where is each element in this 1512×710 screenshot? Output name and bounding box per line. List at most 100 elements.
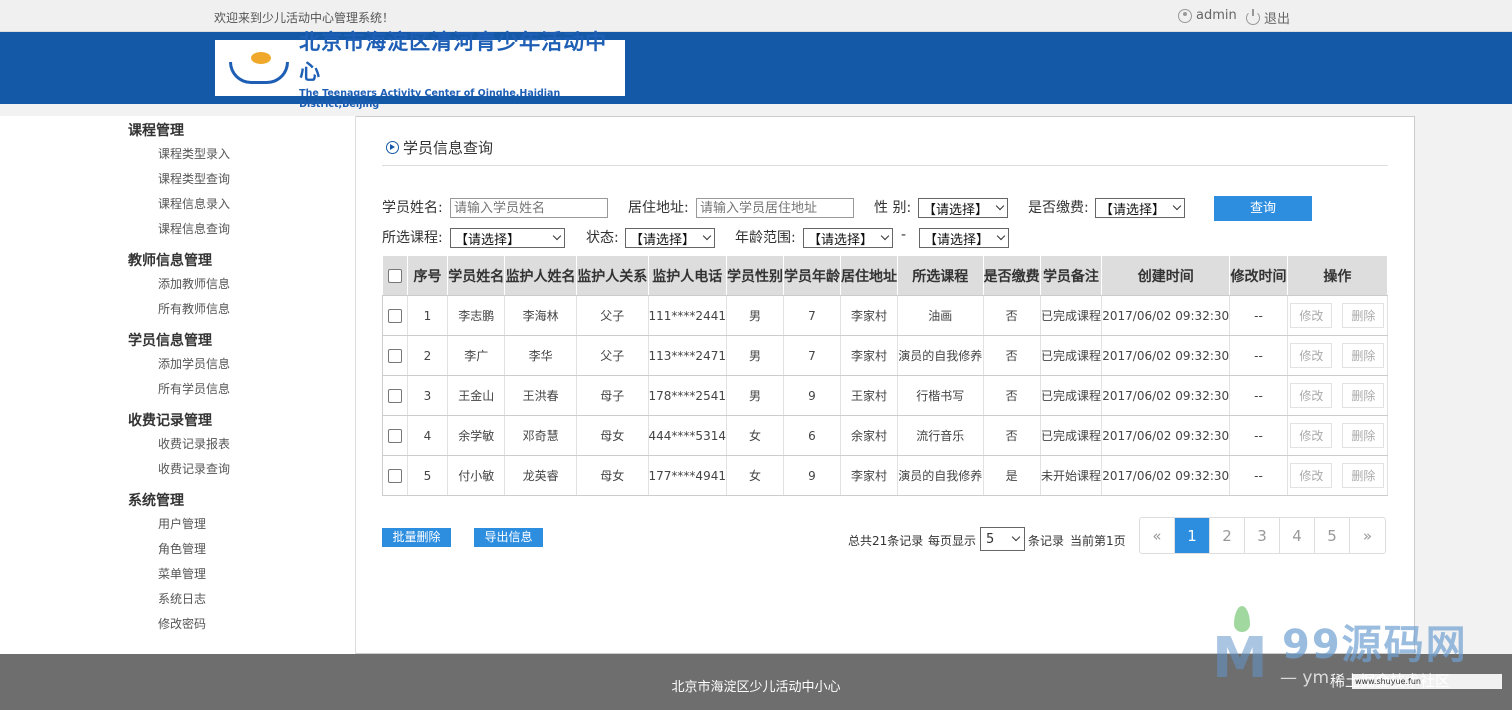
row-select-cell[interactable] (382, 415, 408, 456)
gender-select[interactable]: 【请选择】 (918, 198, 1008, 218)
select-all-cell[interactable] (382, 255, 408, 296)
page-button-3[interactable]: 3 (1245, 518, 1280, 553)
delete-button[interactable]: 删除 (1342, 383, 1385, 408)
page-button-2[interactable]: 2 (1210, 518, 1245, 553)
row-checkbox[interactable] (387, 468, 402, 483)
sidebar-group-student[interactable]: 学员信息管理 (128, 330, 212, 350)
records-label: 条记录 (1028, 534, 1065, 548)
sidebar-item-roles[interactable]: 角色管理 (158, 540, 206, 557)
sidebar-group-fee[interactable]: 收费记录管理 (128, 410, 212, 430)
user-menu[interactable]: admin (1178, 8, 1237, 23)
actions-cell: 修改 删除 (1287, 295, 1389, 336)
course-select[interactable]: 【请选择】 (450, 228, 565, 248)
delete-button[interactable]: 删除 (1342, 463, 1385, 488)
edit-button[interactable]: 修改 (1290, 463, 1333, 488)
table-cell: 9 (783, 375, 841, 416)
table-cell: 否 (983, 295, 1041, 336)
edit-button[interactable]: 修改 (1290, 303, 1333, 328)
title-divider (382, 165, 1388, 166)
sidebar-item-course-type-entry[interactable]: 课程类型录入 (158, 145, 230, 162)
row-checkbox[interactable] (387, 308, 402, 323)
address-input[interactable] (696, 198, 854, 218)
col-header: 序号 (406, 255, 449, 296)
age-to-select[interactable]: 【请选择】 (919, 228, 1009, 248)
delete-button[interactable]: 删除 (1342, 343, 1385, 368)
sidebar-item-fee-report[interactable]: 收费记录报表 (158, 435, 230, 452)
paid-select[interactable]: 【请选择】 (1095, 198, 1185, 218)
row-select-cell[interactable] (382, 455, 408, 496)
batch-delete-button[interactable]: 批量删除 (382, 528, 451, 547)
table-row: 3 王金山 王洪春 母子 178****2541 男 9 王家村 行楷书写否已完成课程 2017/… (382, 375, 1389, 416)
page-title: 学员信息查询 (386, 137, 493, 158)
actions-cell: 修改 删除 (1287, 415, 1389, 456)
table-cell: 2017/06/02 09:32:30 (1101, 375, 1231, 416)
student-name-input[interactable] (450, 198, 608, 218)
sidebar-group-course[interactable]: 课程管理 (128, 120, 184, 140)
table-cell: 李家村 (840, 295, 898, 336)
sidebar-item-all-students[interactable]: 所有学员信息 (158, 380, 230, 397)
per-page-select[interactable]: 5 (980, 527, 1025, 551)
name-filter-label: 学员姓名: (382, 200, 443, 216)
sidebar: 课程管理 课程类型录入 课程类型查询 课程信息录入 课程信息查询 教师信息管理 … (0, 116, 356, 654)
row-checkbox[interactable] (387, 428, 402, 443)
sidebar-group-system[interactable]: 系统管理 (128, 490, 184, 510)
delete-button[interactable]: 删除 (1342, 303, 1385, 328)
logout-link[interactable]: 退出 (1246, 8, 1290, 27)
page-button-4[interactable]: 4 (1280, 518, 1315, 553)
sidebar-group-teacher[interactable]: 教师信息管理 (128, 250, 212, 270)
table-cell: -- (1229, 415, 1288, 456)
current-page-text: 当前第1页 (1070, 534, 1126, 548)
page-button-5[interactable]: 5 (1315, 518, 1350, 553)
sidebar-item-fee-query[interactable]: 收费记录查询 (158, 460, 230, 477)
row-checkbox[interactable] (387, 348, 402, 363)
table-cell: 5 (407, 455, 449, 496)
table-cell: -- (1229, 335, 1288, 376)
select-all-checkbox[interactable] (387, 268, 402, 283)
table-cell: 已完成课程 (1040, 375, 1103, 416)
table-row: 2 李广 李华 父子 113****2471 男 7 李家村 演员的自我修养否已完成课程 2017… (382, 335, 1389, 376)
student-table: 序号 学员姓名 监护人姓名 监护人关系 监护人电话 学员性别 学员年龄 居住地址… (382, 255, 1389, 496)
row-select-cell[interactable] (382, 335, 408, 376)
sidebar-item-course-type-query[interactable]: 课程类型查询 (158, 170, 230, 187)
table-cell: 9 (783, 455, 841, 496)
col-header: 监护人姓名 (504, 255, 577, 296)
table-cell: -- (1229, 375, 1288, 416)
search-button[interactable]: 查询 (1214, 196, 1312, 221)
sidebar-item-course-info-query[interactable]: 课程信息查询 (158, 220, 230, 237)
row-select-cell[interactable] (382, 295, 408, 336)
sidebar-item-all-teachers[interactable]: 所有教师信息 (158, 300, 230, 317)
edit-button[interactable]: 修改 (1290, 343, 1333, 368)
user-icon (1178, 8, 1192, 23)
logo-mark-icon (223, 46, 291, 90)
table-cell: 否 (983, 335, 1041, 376)
table-cell: 邓奇慧 (504, 415, 577, 456)
table-cell: 流行音乐 (897, 415, 984, 456)
table-cell: 未开始课程 (1040, 455, 1103, 496)
col-header: 居住地址 (839, 255, 898, 296)
page-button-1[interactable]: 1 (1175, 518, 1210, 553)
delete-button[interactable]: 删除 (1342, 423, 1385, 448)
row-select-cell[interactable] (382, 375, 408, 416)
next-page-button[interactable]: » (1350, 518, 1385, 553)
sidebar-item-add-student[interactable]: 添加学员信息 (158, 355, 230, 372)
total-records: 总共21条记录 (848, 534, 924, 548)
table-cell: 李家村 (840, 335, 898, 376)
sidebar-item-course-info-entry[interactable]: 课程信息录入 (158, 195, 230, 212)
edit-button[interactable]: 修改 (1290, 383, 1333, 408)
row-checkbox[interactable] (387, 388, 402, 403)
table-cell: 余学敏 (447, 415, 506, 456)
table-cell: 油画 (897, 295, 984, 336)
per-page-label: 每页显示 (928, 534, 977, 548)
sidebar-item-change-password[interactable]: 修改密码 (158, 615, 206, 632)
status-select[interactable]: 【请选择】 (625, 228, 715, 248)
age-from-select[interactable]: 【请选择】 (803, 228, 893, 248)
export-button[interactable]: 导出信息 (474, 528, 543, 547)
edit-button[interactable]: 修改 (1290, 423, 1333, 448)
username: admin (1196, 8, 1237, 23)
sidebar-item-users[interactable]: 用户管理 (158, 515, 206, 532)
paid-filter-label: 是否缴费: (1028, 200, 1089, 216)
sidebar-item-system-log[interactable]: 系统日志 (158, 590, 206, 607)
prev-page-button[interactable]: « (1140, 518, 1175, 553)
sidebar-item-menus[interactable]: 菜单管理 (158, 565, 206, 582)
sidebar-item-add-teacher[interactable]: 添加教师信息 (158, 275, 230, 292)
